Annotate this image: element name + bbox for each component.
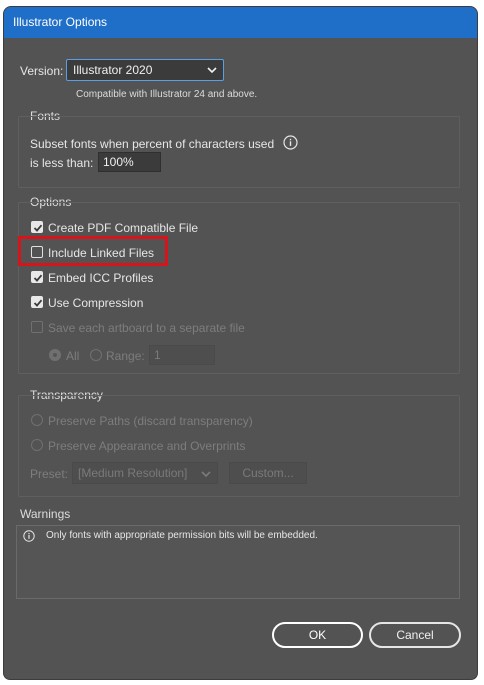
version-compatibility-note: Compatible with Illustrator 24 and above… bbox=[76, 89, 258, 100]
embed-icc-label: Embed ICC Profiles bbox=[48, 271, 154, 285]
preserve-appearance-radio[interactable] bbox=[31, 439, 43, 451]
warning-message: Only fonts with appropriate permission b… bbox=[46, 530, 318, 541]
check-icon bbox=[33, 224, 43, 232]
all-radio[interactable] bbox=[49, 349, 61, 361]
custom-button[interactable]: Custom... bbox=[229, 462, 307, 484]
check-icon bbox=[33, 299, 43, 307]
use-compression-checkbox[interactable] bbox=[31, 296, 43, 308]
create-pdf-checkbox[interactable] bbox=[31, 221, 43, 233]
version-selected-value: Illustrator 2020 bbox=[73, 63, 153, 77]
preset-select[interactable]: [Medium Resolution] bbox=[72, 462, 218, 484]
preserve-appearance-label: Preserve Appearance and Overprints bbox=[48, 439, 246, 453]
version-label: Version: bbox=[20, 64, 64, 78]
warnings-box: Only fonts with appropriate permission b… bbox=[16, 525, 460, 599]
subset-threshold-label: is less than: bbox=[30, 156, 94, 170]
version-select[interactable]: Illustrator 2020 bbox=[66, 59, 224, 81]
subset-percent-input[interactable]: 100% bbox=[98, 152, 161, 172]
create-pdf-label: Create PDF Compatible File bbox=[48, 221, 199, 235]
preset-label: Preset: bbox=[30, 467, 69, 481]
range-radio[interactable] bbox=[90, 349, 102, 361]
preserve-paths-radio[interactable] bbox=[31, 414, 43, 426]
cancel-button[interactable]: Cancel bbox=[369, 622, 461, 648]
preset-selected-value: [Medium Resolution] bbox=[78, 466, 188, 480]
warnings-title: Warnings bbox=[20, 507, 71, 521]
dialog-title: Illustrator Options bbox=[4, 7, 477, 38]
preserve-paths-label: Preserve Paths (discard transparency) bbox=[48, 414, 253, 428]
ok-button[interactable]: OK bbox=[272, 622, 363, 648]
save-each-artboard-label: Save each artboard to a separate file bbox=[48, 321, 245, 335]
chevron-down-icon bbox=[201, 471, 211, 478]
subset-fonts-label: Subset fonts when percent of characters … bbox=[30, 137, 275, 151]
fonts-group bbox=[18, 116, 460, 188]
chevron-down-icon bbox=[207, 67, 217, 74]
range-radio-label: Range: bbox=[106, 349, 145, 363]
check-icon bbox=[33, 274, 43, 282]
highlight-box bbox=[18, 236, 168, 266]
info-icon bbox=[23, 530, 35, 542]
illustrator-options-dialog: Illustrator Options Version: Illustrator… bbox=[4, 7, 477, 679]
embed-icc-checkbox[interactable] bbox=[31, 271, 43, 283]
save-each-artboard-checkbox[interactable] bbox=[31, 321, 43, 333]
range-input[interactable]: 1 bbox=[149, 345, 215, 365]
info-icon[interactable] bbox=[283, 135, 298, 150]
use-compression-label: Use Compression bbox=[48, 296, 144, 310]
all-radio-label: All bbox=[66, 349, 80, 363]
